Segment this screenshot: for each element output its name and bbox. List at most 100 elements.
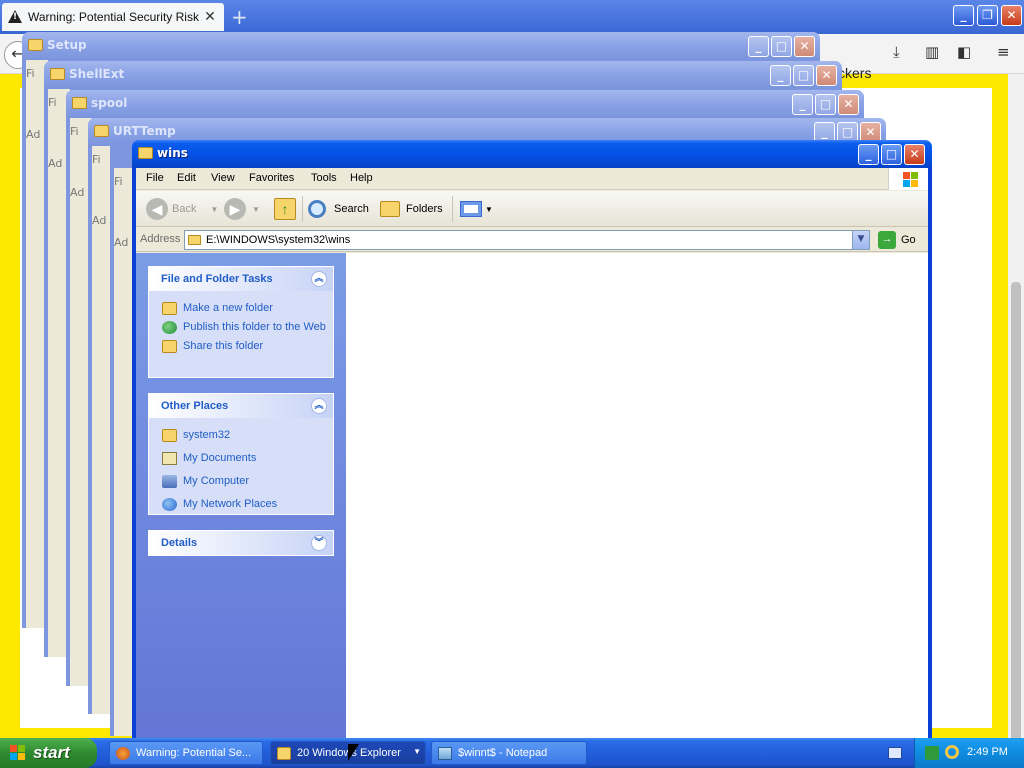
task-publish-folder[interactable]: Publish this folder to the Web xyxy=(149,318,333,337)
go-button[interactable]: → Go xyxy=(878,230,916,250)
windows-logo-icon xyxy=(888,168,928,190)
close-button[interactable]: ✕ xyxy=(838,94,859,115)
close-button[interactable]: ✕ xyxy=(816,65,837,86)
keyboard-icon[interactable] xyxy=(888,747,902,759)
menu-tools[interactable]: Tools xyxy=(311,172,337,184)
up-folder-button[interactable]: ↑ xyxy=(274,197,296,221)
expand-chevron-icon[interactable]: ︾ xyxy=(311,535,327,551)
up-arrow-icon: ↑ xyxy=(274,198,296,220)
search-tray-icon[interactable] xyxy=(945,745,959,759)
forward-button[interactable]: ▶ ▼ xyxy=(224,197,260,221)
views-dropdown-icon[interactable]: ▼ xyxy=(485,205,493,214)
minimize-button[interactable]: _ xyxy=(858,144,879,165)
address-dropdown-icon[interactable]: ▼ xyxy=(852,231,869,249)
security-shield-icon[interactable] xyxy=(925,746,939,760)
back-dropdown-icon[interactable]: ▼ xyxy=(210,205,218,214)
browser-close-button[interactable]: ✕ xyxy=(1001,5,1022,26)
minimize-button[interactable]: _ xyxy=(770,65,791,86)
my-documents-icon xyxy=(162,452,177,465)
panel-header[interactable]: Other Places ︽ xyxy=(149,394,333,418)
task-make-new-folder[interactable]: Make a new folder xyxy=(149,299,333,318)
forward-dropdown-icon[interactable]: ▼ xyxy=(252,205,260,214)
place-label: My Computer xyxy=(183,475,250,487)
folders-icon xyxy=(380,201,400,217)
menu-help[interactable]: Help xyxy=(350,172,373,184)
folder-icon xyxy=(50,68,65,80)
back-button[interactable]: ◀ Back ▼ xyxy=(146,197,218,221)
window-titlebar[interactable]: ShellExt _ □ ✕ xyxy=(44,61,842,89)
browser-tab[interactable]: Warning: Potential Security Risk Ahead ✕ xyxy=(2,3,224,31)
library-icon[interactable]: ▥ xyxy=(925,43,939,61)
window-titlebar[interactable]: spool _ □ ✕ xyxy=(66,90,864,118)
address-field[interactable]: E:\WINDOWS\system32\wins ▼ xyxy=(184,230,870,250)
minimize-button[interactable]: _ xyxy=(792,94,813,115)
folder-content: File and Folder Tasks ︽ Make a new folde… xyxy=(136,253,928,738)
views-button[interactable]: ▼ xyxy=(460,197,493,221)
standard-toolbar: ◀ Back ▼ ▶ ▼ ↑ Search Folders ▼ xyxy=(136,191,928,227)
place-label: My Network Places xyxy=(183,498,278,510)
scroll-thumb[interactable] xyxy=(1011,282,1021,742)
address-value: E:\WINDOWS\system32\wins xyxy=(206,234,351,246)
download-icon[interactable]: ⤓ xyxy=(893,43,900,61)
window-title: URTTemp xyxy=(113,124,176,138)
start-button[interactable]: start xyxy=(0,738,97,768)
new-tab-button[interactable]: + xyxy=(231,5,248,29)
browser-scrollbar[interactable] xyxy=(1008,74,1024,742)
window-body: File Edit View Favorites Tools Help ◀ Ba… xyxy=(136,168,928,738)
menu-view[interactable]: View xyxy=(211,172,235,184)
maximize-button[interactable]: □ xyxy=(793,65,814,86)
taskbar-button-notepad[interactable]: $winnt$ - Notepad xyxy=(431,741,587,765)
panel-header[interactable]: Details ︾ xyxy=(149,531,333,555)
task-label: Make a new folder xyxy=(183,302,273,314)
maximize-button[interactable]: □ xyxy=(771,36,792,57)
place-system32[interactable]: system32 xyxy=(149,426,333,449)
browser-titlebar: Warning: Potential Security Risk Ahead ✕… xyxy=(0,0,1024,34)
forward-arrow-icon: ▶ xyxy=(224,198,246,220)
place-my-computer[interactable]: My Computer xyxy=(149,472,333,495)
browser-restore-button[interactable]: ❐ xyxy=(977,5,998,26)
menu-icon[interactable]: ≡ xyxy=(997,43,1010,61)
window-titlebar[interactable]: wins _ □ ✕ xyxy=(132,140,932,168)
address-bar: Address E:\WINDOWS\system32\wins ▼ → Go xyxy=(136,228,928,252)
menu-edit[interactable]: Edit xyxy=(177,172,196,184)
minimize-button[interactable]: _ xyxy=(748,36,769,57)
menu-file[interactable]: File xyxy=(146,172,164,184)
collapse-chevron-icon[interactable]: ︽ xyxy=(311,271,327,287)
views-icon xyxy=(460,201,482,217)
place-my-network-places[interactable]: My Network Places xyxy=(149,495,333,514)
taskbar-button-label: Warning: Potential Se... xyxy=(136,747,252,759)
folder-icon xyxy=(162,429,177,442)
search-button[interactable]: Search xyxy=(308,197,369,221)
explorer-window-wins[interactable]: wins _ □ ✕ File Edit View Favorites Tool… xyxy=(132,140,932,738)
collapse-chevron-icon[interactable]: ︽ xyxy=(311,398,327,414)
close-button[interactable]: ✕ xyxy=(794,36,815,57)
close-button[interactable]: ✕ xyxy=(904,144,925,165)
mouse-cursor-icon xyxy=(348,744,359,761)
browser-minimize-button[interactable]: _ xyxy=(953,5,974,26)
panel-header[interactable]: File and Folder Tasks ︽ xyxy=(149,267,333,291)
sidebar-icon[interactable]: ◧ xyxy=(957,43,971,61)
network-places-icon xyxy=(162,498,177,511)
place-label: My Documents xyxy=(183,452,257,464)
details-panel: Details ︾ xyxy=(148,530,334,556)
back-label: Back xyxy=(172,203,197,215)
maximize-button[interactable]: □ xyxy=(881,144,902,165)
other-places-panel: Other Places ︽ system32 My Documents My … xyxy=(148,393,334,515)
folders-button[interactable]: Folders xyxy=(380,197,443,221)
go-arrow-icon: → xyxy=(878,231,896,249)
maximize-button[interactable]: □ xyxy=(815,94,836,115)
share-folder-icon xyxy=(162,340,177,353)
search-icon xyxy=(308,200,326,218)
task-label: Share this folder xyxy=(183,340,264,352)
folder-icon xyxy=(94,125,109,137)
window-titlebar[interactable]: Setup _ □ ✕ xyxy=(22,32,820,60)
task-share-folder[interactable]: Share this folder xyxy=(149,337,333,356)
place-my-documents[interactable]: My Documents xyxy=(149,449,333,472)
taskbar-button-firefox[interactable]: Warning: Potential Se... xyxy=(109,741,263,765)
group-dropdown-icon[interactable]: ▼ xyxy=(413,747,421,756)
clock: 2:49 PM xyxy=(967,746,1008,758)
window-title: spool xyxy=(91,96,128,110)
menu-favorites[interactable]: Favorites xyxy=(249,172,294,184)
tab-close-icon[interactable]: ✕ xyxy=(202,9,218,25)
start-label: start xyxy=(33,743,70,762)
